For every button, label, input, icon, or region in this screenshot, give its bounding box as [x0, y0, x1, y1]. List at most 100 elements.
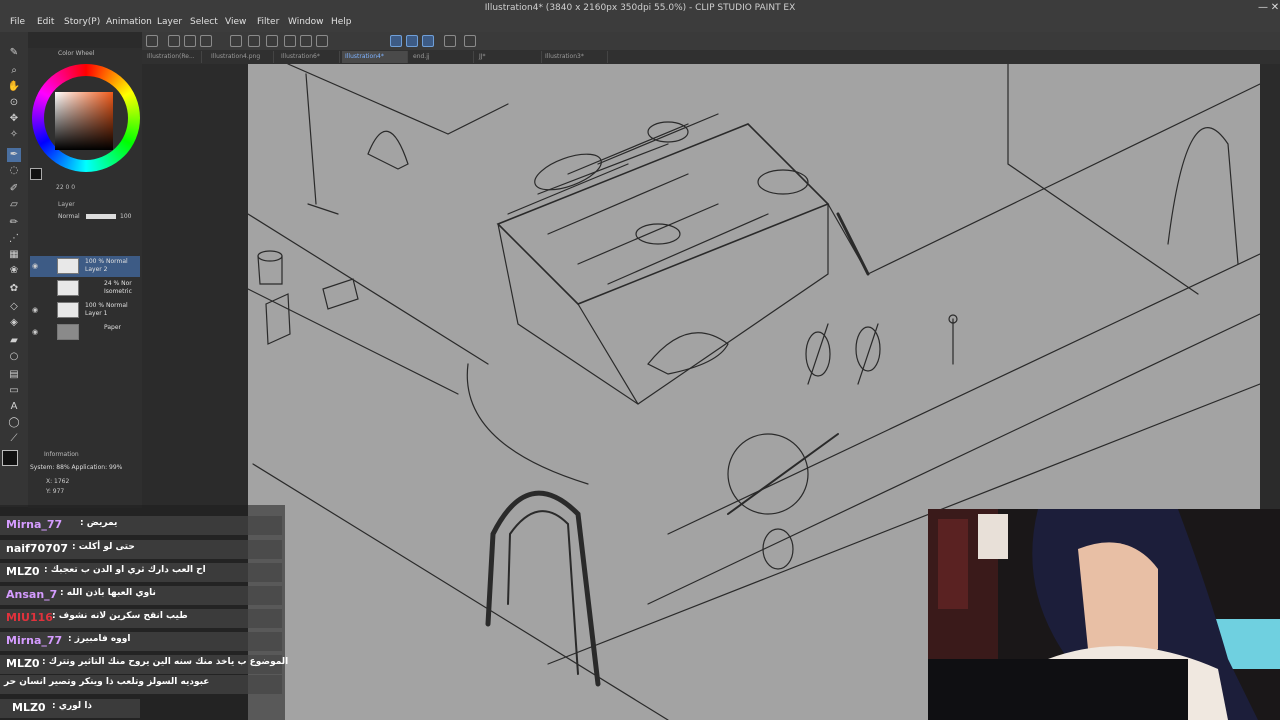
menu-view[interactable]: View [225, 17, 246, 27]
window-title: Illustration4* (3840 x 2160px 350dpi 55.… [484, 3, 796, 13]
chat-text: : ناوي العبها باذن الله [60, 588, 156, 598]
fill-bucket-icon[interactable]: ◈ [7, 316, 21, 330]
zoom-icon[interactable]: ⌕ [7, 64, 21, 78]
airbrush-icon[interactable]: ⋰ [7, 232, 21, 246]
blend-icon[interactable]: ✿ [7, 282, 21, 296]
menu-file[interactable]: File [10, 17, 25, 27]
new-file-icon[interactable] [146, 35, 158, 47]
layer-info: 100 % Normal Layer 2 [85, 258, 128, 273]
menu-select[interactable]: Select [190, 17, 218, 27]
menu-window[interactable]: Window [288, 17, 324, 27]
tab-illustration-re[interactable]: Illustration(Re... [144, 51, 202, 63]
streamer-webcam [928, 509, 1280, 720]
tab-illustration3[interactable]: Illustration3* [542, 51, 608, 63]
chat-username: Ansan_7 [6, 588, 58, 601]
layer-thumbnail [57, 302, 79, 318]
tablet-icon[interactable] [444, 35, 456, 47]
webcam-feed [928, 509, 1280, 720]
current-color-swatch[interactable] [30, 168, 42, 180]
lasso-icon[interactable]: ◌ [7, 164, 21, 178]
eyedropper-icon[interactable]: ⊙ [7, 96, 21, 110]
export-icon[interactable] [200, 35, 212, 47]
tab-end-jj[interactable]: end.jj [410, 51, 474, 63]
snap-special-ruler-icon[interactable] [406, 35, 418, 47]
opacity-value[interactable]: 100 [120, 213, 131, 220]
layer-thumbnail [57, 258, 79, 274]
save-icon[interactable] [184, 35, 196, 47]
snap-ruler-icon[interactable] [390, 35, 402, 47]
brush-icon[interactable]: ✏ [7, 216, 21, 230]
chat-message: MLZ0 : الموضوع ب ياخذ منك سنه الين يروح … [0, 654, 288, 674]
chat-username: naif70707 [6, 542, 69, 555]
chat-message: Ansan_7 : ناوي العبها باذن الله [0, 585, 285, 605]
chat-text: : يمريض [80, 518, 118, 528]
cursor-y: Y: 977 [46, 488, 65, 495]
menu-layer[interactable]: Layer [157, 17, 182, 27]
help-icon[interactable] [464, 35, 476, 47]
grid-icon[interactable]: ▦ [7, 248, 21, 262]
pen-icon[interactable]: ✒ [7, 148, 21, 162]
settings-gear-icon[interactable] [266, 35, 278, 47]
transform-icon[interactable] [316, 35, 328, 47]
correct-line-icon[interactable]: ⟋ [7, 432, 21, 446]
visibility-eye-icon[interactable]: ◉ [32, 262, 38, 270]
gradient-icon[interactable]: ▰ [7, 334, 21, 348]
layer-row[interactable]: 24 % Nor Isometric [30, 278, 140, 299]
tab-illustration4-png[interactable]: Illustration4.png [208, 51, 274, 63]
layer-thumbnail [57, 280, 79, 296]
redo-icon[interactable] [248, 35, 260, 47]
balloon-icon[interactable]: ◯ [7, 416, 21, 430]
chat-text: : اووه فامبيرز [68, 634, 131, 644]
move-icon[interactable]: ✥ [7, 112, 21, 126]
chat-text: : ذا لوري [52, 701, 93, 711]
open-file-icon[interactable] [168, 35, 180, 47]
frame-icon[interactable]: ▤ [7, 368, 21, 382]
ruler-icon[interactable]: ▭ [7, 384, 21, 398]
pencil-icon[interactable]: ✐ [7, 182, 21, 196]
menu-edit[interactable]: Edit [37, 17, 54, 27]
saturation-value-square[interactable] [55, 92, 113, 150]
fill-icon[interactable] [300, 35, 312, 47]
chat-username: Mirna_77 [6, 518, 63, 531]
menu-filter[interactable]: Filter [257, 17, 279, 27]
chat-text: : اح العب دارك ثري او الدن ب تعجبك [44, 565, 206, 575]
system-usage: System: 88% Application: 99% [30, 464, 123, 471]
wand-icon[interactable]: ✧ [7, 128, 21, 142]
menu-story[interactable]: Story(P) [64, 17, 100, 27]
tab-illustration4-active[interactable]: Illustration4* [342, 51, 408, 63]
chat-username: MLZ0 [6, 657, 40, 670]
layer-row[interactable]: ◉ 100 % Normal Layer 2 [30, 256, 140, 277]
layer-row[interactable]: ◉ 100 % Normal Layer 1 [30, 300, 140, 321]
hand-icon[interactable]: ✋ [7, 80, 21, 94]
visibility-eye-icon[interactable]: ◉ [32, 328, 38, 336]
shape-icon[interactable]: ○ [7, 350, 21, 364]
layer-row[interactable]: ◉ Paper [30, 322, 140, 343]
menu-help[interactable]: Help [331, 17, 352, 27]
menu-bar: Illustration4* (3840 x 2160px 350dpi 55.… [0, 0, 1280, 32]
chat-text: عبوديه السولز وتلعب ذا وينكر وتصير انسان… [4, 677, 210, 687]
chat-message: Mirna_77 : يمريض [0, 515, 285, 535]
blend-mode-select[interactable]: Normal [58, 213, 80, 220]
close-button[interactable]: ✕ [1268, 2, 1280, 14]
text-icon[interactable]: A [7, 400, 21, 414]
snap-grid-icon[interactable] [422, 35, 434, 47]
layer-panel: Layer Normal 100 ◉ 100 % Normal Layer 2 2… [28, 198, 142, 448]
brush-size-icon[interactable]: ✎ [7, 46, 21, 60]
eraser-icon[interactable]: ◇ [7, 300, 21, 314]
tab-illustration6[interactable]: Illustration6* [278, 51, 340, 63]
opacity-slider[interactable] [86, 214, 116, 219]
information-title: Information [44, 451, 79, 458]
layer-info: 100 % Normal Layer 1 [85, 302, 128, 317]
marker-icon[interactable]: ▱ [7, 198, 21, 212]
visibility-eye-icon[interactable]: ◉ [32, 306, 38, 314]
tab-jj[interactable]: JJ* [476, 51, 542, 63]
layer-panel-title: Layer [58, 201, 75, 208]
clear-icon[interactable] [284, 35, 296, 47]
information-panel: Information System: 88% Application: 99%… [28, 448, 142, 508]
undo-icon[interactable] [230, 35, 242, 47]
chat-username: MLZ0 [6, 565, 40, 578]
menu-animation[interactable]: Animation [106, 17, 152, 27]
main-color-swatch[interactable] [2, 450, 18, 466]
decoration-icon[interactable]: ❀ [7, 264, 21, 278]
chat-text: : حتى لو أكلت [72, 542, 135, 552]
